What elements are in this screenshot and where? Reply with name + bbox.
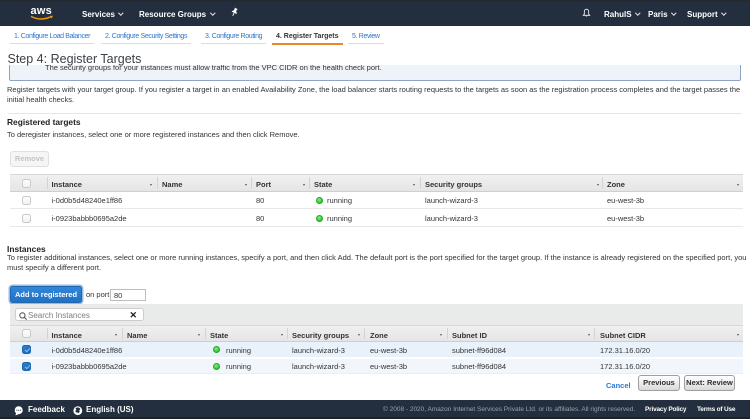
svg-text:aws: aws bbox=[31, 5, 52, 17]
